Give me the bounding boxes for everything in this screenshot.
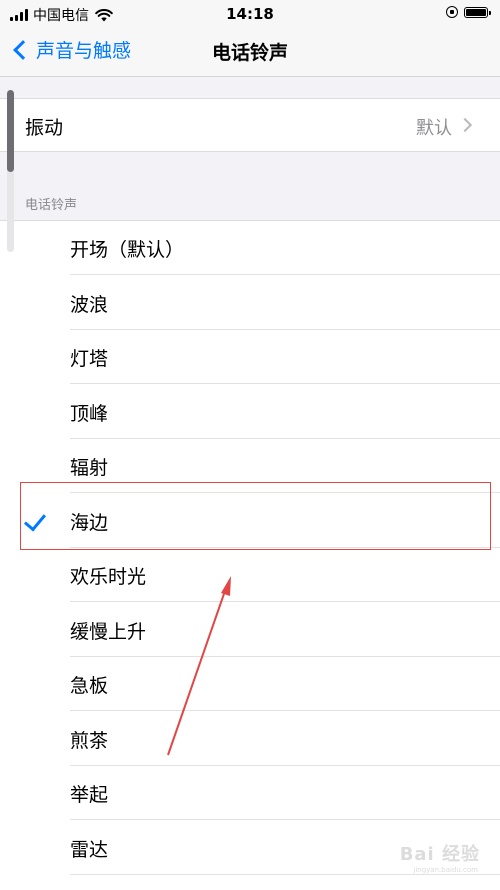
ringtone-name: 举起 [70,784,109,806]
ringtone-name: 急板 [70,675,109,697]
ringtone-item[interactable]: 缓慢上升 [0,603,500,657]
ringtone-item[interactable]: 海边 [0,494,500,548]
watermark-url: jingyan.baidu.com [413,866,478,874]
ringtone-item[interactable]: 煎茶 [0,712,500,766]
ringtone-item[interactable]: 开场（默认） [0,221,500,275]
chevron-right-icon [457,117,473,133]
page-title: 电话铃声 [211,42,288,64]
watermark-logo: Bai 经验 [399,844,480,865]
vibration-label: 振动 [25,117,64,139]
status-bar: 中国电信 14:18 [0,0,500,28]
ringtone-name: 辐射 [70,457,109,479]
ringtone-item[interactable]: 波浪 [0,276,500,330]
checkmark-icon [23,507,47,532]
vibration-row[interactable]: 振动 默认 [0,98,500,152]
ringtone-name: 雷达 [70,838,109,861]
ringtone-name: 开场（默认） [70,239,185,261]
ringtone-name: 顶峰 [70,402,109,425]
ringtone-list: 开场（默认） 波浪灯塔顶峰辐射海边欢乐时光缓慢上升急板煎茶举起雷达 [0,220,500,890]
scroll-indicator[interactable] [7,90,14,252]
navigation-bar: 声音与触感 电话铃声 [0,28,500,77]
section-spacer [0,77,500,98]
ringtone-item[interactable]: 辐射 [0,439,500,493]
battery-icon [464,6,491,18]
ringtone-name: 灯塔 [70,348,109,370]
scroll-thumb[interactable] [7,90,14,172]
status-right [446,6,491,18]
ringtone-item[interactable]: 顶峰 [0,385,500,439]
status-time: 14:18 [226,5,274,23]
ringtone-name: 缓慢上升 [70,620,147,643]
section-header: 电话铃声 [25,198,78,213]
ringtone-item[interactable]: 急板 [0,657,500,711]
ringtone-item[interactable]: 灯塔 [0,330,500,384]
ringtone-item[interactable]: 举起 [0,766,500,820]
orientation-lock-icon [446,6,458,18]
ringtone-name: 煎茶 [70,729,109,752]
ringtone-name: 海边 [70,511,109,534]
ringtone-item[interactable]: 欢乐时光 [0,548,500,602]
vibration-value: 默认 [416,118,452,139]
ringtone-name: 波浪 [70,293,109,316]
ringtone-name: 欢乐时光 [70,566,147,588]
